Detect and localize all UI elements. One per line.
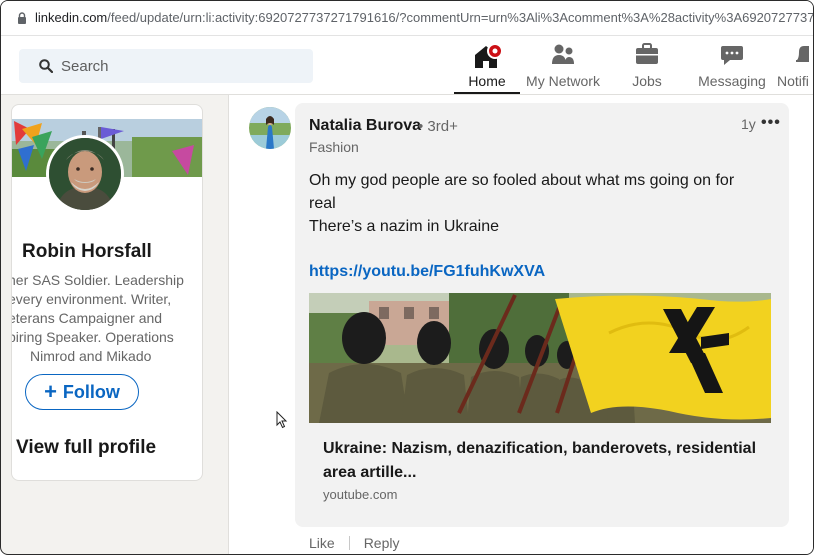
- search-input[interactable]: Search: [19, 49, 313, 83]
- commenter-name[interactable]: Natalia Burova: [309, 117, 421, 135]
- home-icon: [475, 43, 503, 68]
- browser-window: linkedin.com/feed/update/urn:li:activity…: [0, 0, 814, 555]
- nav-item-jobs[interactable]: Jobs: [619, 36, 675, 94]
- top-nav: Search Home My Network Jobs Messaging No…: [1, 36, 813, 95]
- preview-photo: [309, 293, 771, 423]
- headline-line: Nimrod and Mikado: [30, 348, 152, 364]
- comment-text-line: Oh my god people are so fooled about wha…: [309, 172, 735, 189]
- jobs-icon: [636, 43, 658, 64]
- nav-label-my-network: My Network: [526, 73, 600, 89]
- commenter-headline: Fashion: [309, 139, 359, 155]
- connection-degree: • 3rd+: [418, 118, 458, 135]
- nav-label-messaging: Messaging: [698, 73, 766, 89]
- follow-label: Follow: [62, 381, 120, 402]
- link-preview-image[interactable]: [309, 293, 771, 423]
- comment-text-line: There’s a nazim in Ukraine: [309, 218, 500, 235]
- search-icon: [39, 59, 53, 73]
- profile-card: Robin Horsfall ner SAS Soldier. Leadersh…: [11, 104, 203, 481]
- comment-text-line: real: [309, 195, 336, 212]
- headline-line: ner SAS Soldier. Leadership: [11, 272, 184, 288]
- follow-button[interactable]: + Follow: [25, 374, 139, 410]
- nav-item-home[interactable]: Home: [454, 36, 520, 94]
- comment-link[interactable]: https://youtu.be/FG1fuhKwXVA: [309, 263, 545, 281]
- headline-line: every environment. Writer,: [11, 291, 172, 307]
- link-preview-title[interactable]: Ukraine: Nazism, denazification, bandero…: [323, 437, 763, 485]
- comment-text: Oh my god people are so fooled about wha…: [309, 169, 769, 238]
- reply-button[interactable]: Reply: [364, 535, 400, 551]
- notifications-icon: [796, 46, 809, 62]
- mouse-cursor-icon: [276, 411, 288, 429]
- profile-headline: ner SAS Soldier. Leadership every enviro…: [11, 271, 202, 366]
- network-icon: [552, 44, 574, 64]
- comment-thread: Natalia Burova • 3rd+ 1y ••• Fashion Oh …: [228, 95, 813, 554]
- profile-name[interactable]: Robin Horsfall: [22, 241, 152, 263]
- url-domain: linkedin.com: [35, 10, 108, 25]
- search-placeholder: Search: [61, 58, 109, 75]
- url-path: /feed/update/urn:li:activity:69207277372…: [107, 10, 814, 25]
- active-indicator: [454, 92, 520, 94]
- comment-more-options-button[interactable]: •••: [761, 114, 781, 132]
- view-full-profile-link[interactable]: View full profile: [16, 437, 156, 459]
- preview-title-line: area artille...: [323, 464, 417, 481]
- avatar[interactable]: [46, 135, 124, 213]
- url-text[interactable]: linkedin.com/feed/update/urn:li:activity…: [35, 10, 814, 25]
- comment-bubble: Natalia Burova • 3rd+ 1y ••• Fashion Oh …: [295, 103, 789, 527]
- messaging-icon: [721, 46, 743, 65]
- preview-title-line: Ukraine: Nazism, denazification, bandero…: [323, 440, 757, 457]
- action-divider: [348, 536, 350, 550]
- nav-label-notifications: Notifi: [777, 73, 809, 89]
- headline-line: piring Speaker. Operations: [11, 329, 174, 345]
- nav-label-jobs: Jobs: [632, 73, 662, 89]
- like-button[interactable]: Like: [309, 535, 335, 551]
- nav-item-notifications[interactable]: Notifi: [775, 36, 813, 94]
- commenter-avatar-image: [249, 107, 291, 149]
- nav-label-home: Home: [468, 73, 506, 89]
- nav-item-messaging[interactable]: Messaging: [695, 36, 769, 94]
- headline-line: eterans Campaigner and: [11, 310, 163, 326]
- lock-icon: [18, 12, 26, 24]
- commenter-avatar[interactable]: [249, 107, 291, 149]
- comment-timestamp: 1y: [741, 116, 756, 132]
- link-preview-domain: youtube.com: [323, 487, 398, 502]
- avatar-image: [49, 138, 121, 210]
- plus-icon: +: [44, 379, 57, 404]
- nav-item-my-network[interactable]: My Network: [521, 36, 605, 94]
- address-bar[interactable]: linkedin.com/feed/update/urn:li:activity…: [1, 1, 813, 36]
- comment-actions: Like Reply: [309, 535, 399, 551]
